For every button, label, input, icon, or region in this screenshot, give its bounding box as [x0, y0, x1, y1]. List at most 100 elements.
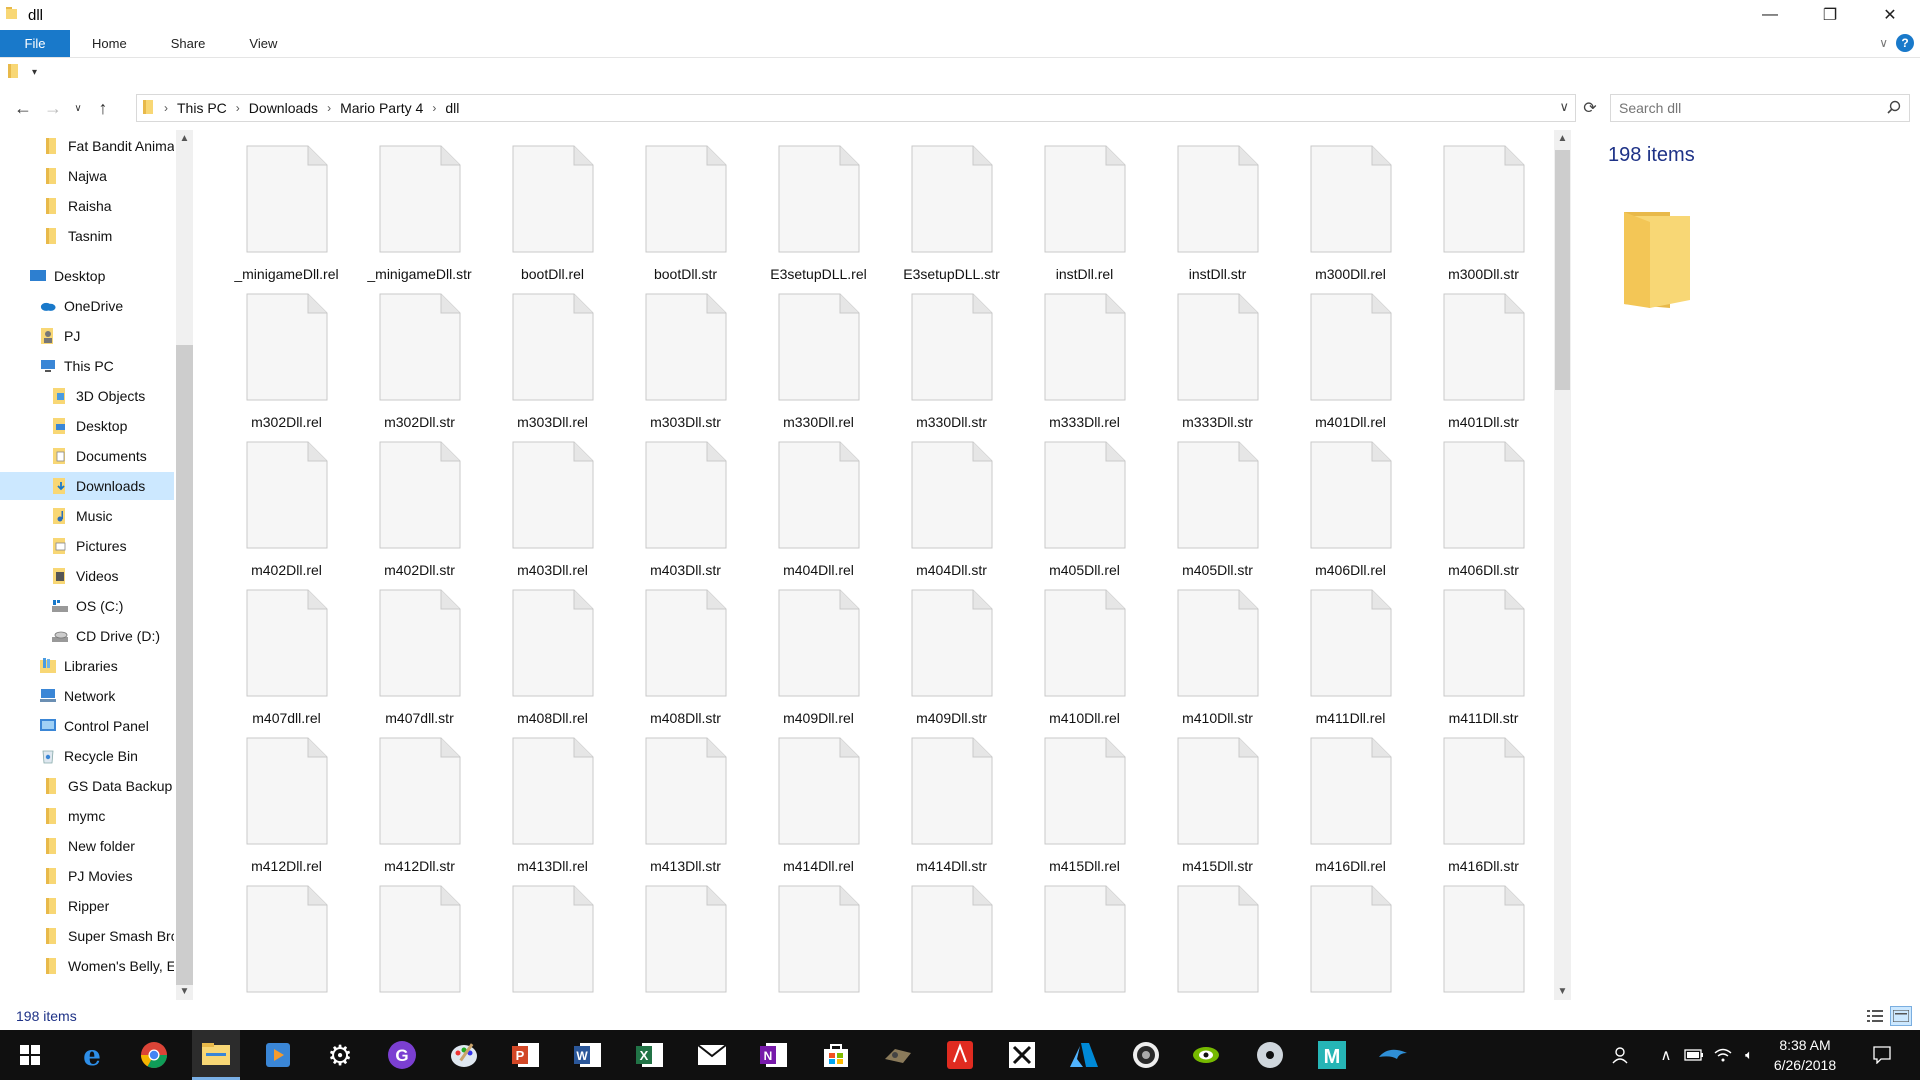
mail-icon[interactable] [688, 1030, 736, 1080]
nav-item-3d-objects[interactable]: 3D Objects [0, 382, 174, 410]
file-item[interactable] [1018, 885, 1151, 1000]
file-item[interactable]: instDll.str [1151, 145, 1284, 293]
content-scrollbar[interactable]: ▲ ▼ [1554, 130, 1571, 1000]
file-item[interactable]: m300Dll.rel [1284, 145, 1417, 293]
file-item[interactable]: m406Dll.str [1417, 441, 1550, 589]
azure-icon[interactable] [1060, 1030, 1108, 1080]
file-item[interactable]: E3setupDLL.rel [752, 145, 885, 293]
action-center-icon[interactable] [1862, 1030, 1902, 1080]
nav-item-new-folder[interactable]: New folder [0, 832, 174, 860]
expand-ribbon-icon[interactable]: ∨ [1879, 36, 1888, 50]
file-item[interactable]: m406Dll.rel [1284, 441, 1417, 589]
chrome-icon[interactable] [130, 1030, 178, 1080]
start-icon[interactable] [6, 1030, 54, 1080]
file-item[interactable]: m404Dll.str [885, 441, 1018, 589]
file-item[interactable]: m401Dll.str [1417, 293, 1550, 441]
wifi-icon[interactable] [1710, 1030, 1736, 1080]
file-item[interactable] [220, 885, 353, 1000]
nav-item-gs-data-backup[interactable]: GS Data Backup [0, 772, 174, 800]
file-item[interactable]: m405Dll.rel [1018, 441, 1151, 589]
file-item[interactable]: m414Dll.rel [752, 737, 885, 885]
excel-icon[interactable]: X [626, 1030, 674, 1080]
back-icon[interactable]: ← [8, 93, 38, 123]
onenote-icon[interactable]: N [750, 1030, 798, 1080]
breadcrumb-separator[interactable]: › [324, 101, 334, 115]
file-item[interactable]: m412Dll.str [353, 737, 486, 885]
file-item[interactable]: m303Dll.rel [486, 293, 619, 441]
scroll-up-icon[interactable]: ▲ [1554, 130, 1571, 147]
nav-item-pj[interactable]: PJ [0, 322, 174, 350]
powerpoint-icon[interactable]: P [502, 1030, 550, 1080]
nav-scroll-thumb[interactable] [176, 345, 193, 985]
breadcrumb-separator[interactable]: › [233, 101, 243, 115]
settings-icon[interactable]: ⚙ [316, 1030, 364, 1080]
file-item[interactable]: m300Dll.str [1417, 145, 1550, 293]
file-item[interactable]: m413Dll.rel [486, 737, 619, 885]
file-item[interactable]: m403Dll.str [619, 441, 752, 589]
tab-share[interactable]: Share [149, 30, 228, 57]
word-icon[interactable]: W [564, 1030, 612, 1080]
pdf-icon[interactable] [936, 1030, 984, 1080]
file-item[interactable]: instDll.rel [1018, 145, 1151, 293]
forward-icon[interactable]: → [38, 93, 68, 123]
file-item[interactable]: m404Dll.rel [752, 441, 885, 589]
nav-item-pictures[interactable]: Pictures [0, 532, 174, 560]
large-icons-view-icon[interactable] [1890, 1006, 1912, 1026]
file-item[interactable]: m414Dll.str [885, 737, 1018, 885]
nav-item-tasnim[interactable]: Tasnim [0, 222, 174, 250]
file-item[interactable] [353, 885, 486, 1000]
file-item[interactable]: m408Dll.rel [486, 589, 619, 737]
tab-home[interactable]: Home [70, 30, 149, 57]
nav-item-mymc[interactable]: mymc [0, 802, 174, 830]
maya-icon[interactable]: M [1308, 1030, 1356, 1080]
scroll-down-icon[interactable]: ▼ [1554, 983, 1571, 1000]
tab-file[interactable]: File [0, 30, 70, 57]
close-button[interactable]: ✕ [1860, 0, 1920, 30]
file-item[interactable]: m411Dll.str [1417, 589, 1550, 737]
search-box[interactable] [1610, 94, 1910, 122]
scroll-up-icon[interactable]: ▲ [176, 130, 193, 147]
file-item[interactable] [752, 885, 885, 1000]
nav-item-control-panel[interactable]: Control Panel [0, 712, 174, 740]
file-item[interactable]: m402Dll.str [353, 441, 486, 589]
file-item[interactable]: m401Dll.rel [1284, 293, 1417, 441]
media-player-icon[interactable] [254, 1030, 302, 1080]
tab-view[interactable]: View [227, 30, 299, 57]
nav-item-network[interactable]: Network [0, 682, 174, 710]
people-icon[interactable] [1600, 1030, 1640, 1080]
file-item[interactable]: m411Dll.rel [1284, 589, 1417, 737]
emblem-icon[interactable] [1122, 1030, 1170, 1080]
file-item[interactable] [1284, 885, 1417, 1000]
nav-scrollbar[interactable]: ▲ ▼ [176, 130, 193, 1000]
dolphin-icon[interactable] [1370, 1030, 1418, 1080]
file-item[interactable] [619, 885, 752, 1000]
nav-item-this-pc[interactable]: This PC [0, 352, 174, 380]
search-input[interactable] [1619, 100, 1879, 116]
file-item[interactable]: bootDll.str [619, 145, 752, 293]
g-app-icon[interactable]: G [378, 1030, 426, 1080]
file-item[interactable]: m415Dll.rel [1018, 737, 1151, 885]
file-item[interactable]: bootDll.rel [486, 145, 619, 293]
nvidia-icon[interactable] [1184, 1030, 1232, 1080]
nav-item-pj-movies[interactable]: PJ Movies [0, 862, 174, 890]
scroll-down-icon[interactable]: ▼ [176, 983, 193, 1000]
show-hidden-icons[interactable]: ∧ [1654, 1030, 1678, 1080]
file-item[interactable]: m416Dll.str [1417, 737, 1550, 885]
breadcrumb-separator[interactable]: › [429, 101, 439, 115]
minimize-button[interactable]: — [1740, 0, 1800, 30]
game-icon[interactable] [874, 1030, 922, 1080]
breadcrumb-dll[interactable]: dll [439, 100, 465, 116]
file-item[interactable]: m408Dll.str [619, 589, 752, 737]
breadcrumb-separator[interactable]: › [161, 101, 171, 115]
file-item[interactable]: m303Dll.str [619, 293, 752, 441]
content-scroll-thumb[interactable] [1555, 150, 1570, 390]
recent-locations-icon[interactable]: ∨ [68, 93, 88, 123]
file-item[interactable]: m415Dll.str [1151, 737, 1284, 885]
file-item[interactable]: _minigameDll.rel [220, 145, 353, 293]
file-item[interactable]: m416Dll.rel [1284, 737, 1417, 885]
customize-toolbar-icon[interactable]: ▾ [32, 67, 37, 78]
file-item[interactable]: m409Dll.rel [752, 589, 885, 737]
file-item[interactable]: m410Dll.str [1151, 589, 1284, 737]
store-icon[interactable] [812, 1030, 860, 1080]
file-explorer-icon[interactable] [192, 1030, 240, 1080]
